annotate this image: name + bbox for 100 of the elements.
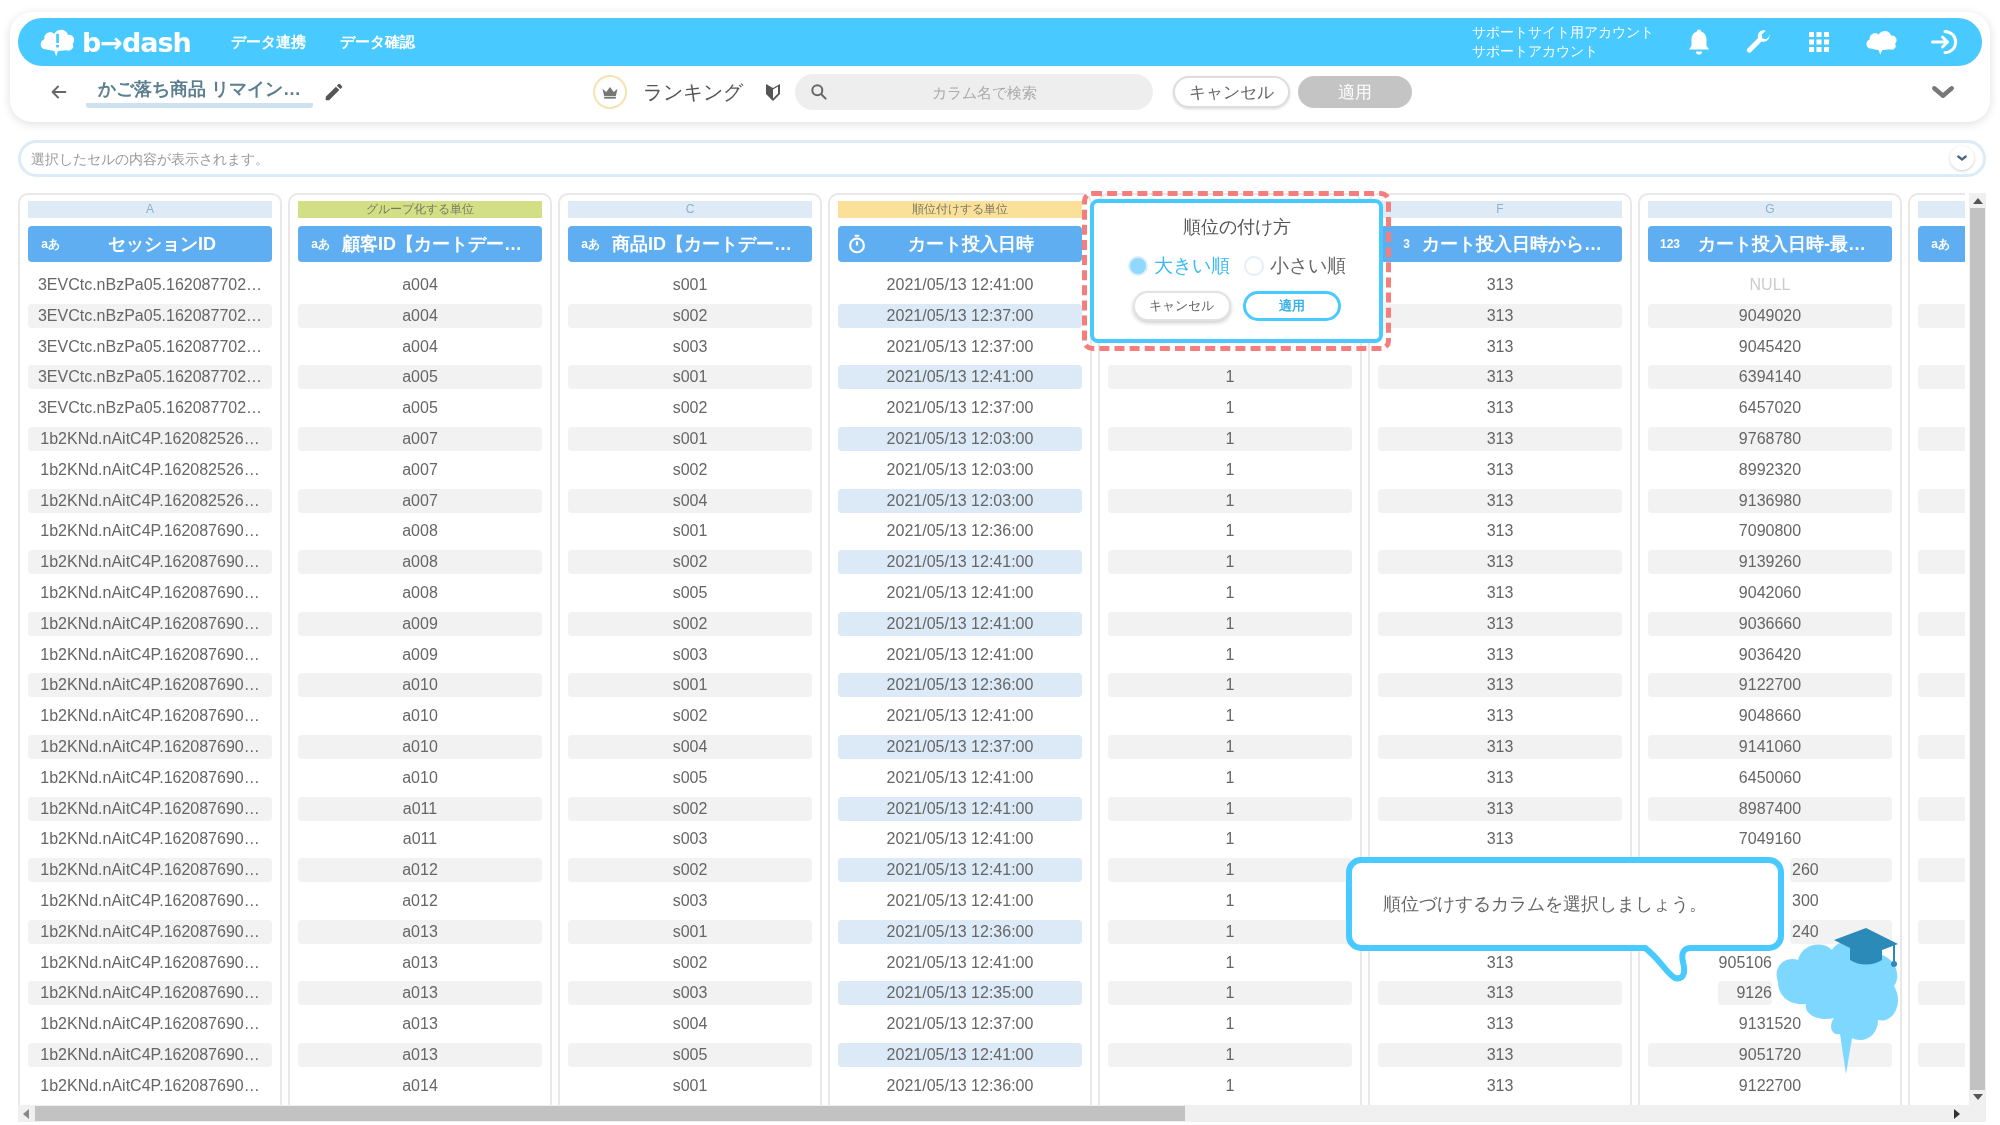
table-cell[interactable]: 1 <box>1108 704 1352 729</box>
table-cell[interactable]: s003 <box>568 827 812 852</box>
table-cell[interactable]: s002 <box>568 457 812 482</box>
cancel-button[interactable]: キャンセル <box>1132 291 1231 321</box>
table-cell[interactable]: 2021/05/13 12:37:00 <box>838 1012 1082 1037</box>
table-cell[interactable]: 313 <box>1378 642 1622 667</box>
table-cell[interactable]: 1 <box>1108 827 1352 852</box>
table-cell[interactable]: 3EVCtc.nBzPa05.162087702… <box>28 303 272 328</box>
table-cell[interactable]: 2021/05/13 12:41:00 <box>838 888 1082 913</box>
table-cell[interactable]: s003 <box>568 981 812 1006</box>
table-cell[interactable]: 2021/05/13 12:36:00 <box>838 519 1082 544</box>
table-cell[interactable]: a011 <box>298 796 542 821</box>
table-cell[interactable]: 2021/05/13 12:41:00 <box>838 1042 1082 1067</box>
table-cell[interactable]: a007 <box>298 488 542 513</box>
table-cell[interactable]: 313 <box>1378 550 1622 575</box>
table-cell[interactable]: 313 <box>1378 519 1622 544</box>
table-cell[interactable]: s001 <box>568 365 812 390</box>
cancel-button[interactable]: キャンセル <box>1173 76 1290 108</box>
table-cell[interactable]: a010 <box>298 734 542 759</box>
table-cell[interactable]: 260 <box>1790 858 1892 883</box>
table-cell[interactable]: 313 <box>1378 981 1622 1006</box>
table-cell[interactable]: a005 <box>298 365 542 390</box>
table-cell[interactable]: 2021/05/13 12:41:00 <box>838 765 1082 790</box>
table-cell[interactable]: 1 <box>1108 642 1352 667</box>
table-cell[interactable]: 9045420 <box>1648 334 1892 359</box>
table-cell[interactable]: 2021/05/13 12:03:00 <box>838 427 1082 451</box>
logout-icon[interactable] <box>1930 27 1960 57</box>
table-cell[interactable]: 313 <box>1378 580 1622 605</box>
table-cell[interactable]: 1 <box>1108 488 1352 513</box>
table-cell[interactable]: s002 <box>568 796 812 821</box>
table-cell[interactable]: 2021/05/13 12:35:00 <box>838 981 1082 1006</box>
table-cell[interactable]: a004 <box>298 303 542 328</box>
table-cell[interactable]: s001 <box>568 427 812 451</box>
table-cell[interactable]: s004 <box>568 734 812 759</box>
table-cell[interactable]: s002 <box>568 611 812 636</box>
table-cell[interactable]: 2021/05/13 12:41:00 <box>838 580 1082 605</box>
table-cell[interactable]: 2021/05/13 12:03:00 <box>838 457 1082 482</box>
table-cell[interactable]: 313 <box>1378 796 1622 821</box>
table-cell[interactable]: 1 <box>1108 765 1352 790</box>
table-cell[interactable]: s002 <box>568 550 812 575</box>
table-cell[interactable]: 2021/05/13 12:03:00 <box>838 488 1082 513</box>
table-cell[interactable]: 8992320 <box>1648 457 1892 482</box>
table-cell[interactable]: 2021/05/13 12:41:00 <box>838 365 1082 390</box>
table-cell[interactable]: s003 <box>568 642 812 667</box>
table-cell[interactable]: 1b2KNd.nAitC4P.162087690… <box>28 734 272 759</box>
table-cell[interactable]: 2021/05/13 12:37:00 <box>838 396 1082 421</box>
table-cell[interactable]: 313 <box>1378 457 1622 482</box>
table-cell[interactable]: a010 <box>298 765 542 790</box>
table-cell[interactable]: s005 <box>568 580 812 605</box>
table-cell[interactable]: 1 <box>1108 981 1352 1006</box>
table-cell[interactable]: 1 <box>1108 734 1352 759</box>
table-cell[interactable]: 8987400 <box>1648 796 1892 821</box>
table-cell[interactable]: 313 <box>1378 765 1622 790</box>
table-cell[interactable]: 1 <box>1108 858 1352 883</box>
table-cell[interactable]: a009 <box>298 642 542 667</box>
table-cell[interactable]: s001 <box>568 919 812 944</box>
table-cell[interactable]: s001 <box>568 673 812 698</box>
table-cell[interactable]: 9122700 <box>1648 673 1892 698</box>
table-cell[interactable]: 313 <box>1378 827 1622 852</box>
table-cell[interactable]: 1 <box>1108 1073 1352 1098</box>
table-cell[interactable]: a010 <box>298 673 542 698</box>
radio-button[interactable] <box>1127 256 1148 276</box>
table-cell[interactable]: 1 <box>1108 457 1352 482</box>
table-cell[interactable]: 3EVCtc.nBzPa05.162087702… <box>28 273 272 297</box>
table-cell[interactable]: 313 <box>1378 611 1622 636</box>
table-cell[interactable]: a008 <box>298 580 542 605</box>
table-cell[interactable]: 313 <box>1378 734 1622 759</box>
table-cell[interactable]: a011 <box>298 827 542 852</box>
table-cell[interactable]: a004 <box>298 273 542 297</box>
radio-option[interactable]: 小さい順 <box>1243 253 1346 279</box>
table-cell[interactable]: 1b2KNd.nAitC4P.162087690… <box>28 704 272 729</box>
table-cell[interactable]: 1 <box>1108 1012 1352 1037</box>
table-cell[interactable]: 9141060 <box>1648 734 1892 759</box>
table-cell[interactable]: 300 <box>1790 888 1892 913</box>
table-cell[interactable]: 1 <box>1108 950 1352 975</box>
table-cell[interactable]: 7090800 <box>1648 519 1892 544</box>
table-cell[interactable]: a004 <box>298 334 542 359</box>
table-cell[interactable]: s002 <box>568 858 812 883</box>
table-cell[interactable]: 313 <box>1378 1042 1622 1067</box>
table-cell[interactable]: 2021/05/13 12:41:00 <box>838 858 1082 883</box>
table-cell[interactable]: 6450060 <box>1648 765 1892 790</box>
table-cell[interactable]: 9139260 <box>1648 550 1892 575</box>
cell-content-field[interactable]: 選択したセルの内容が表示されます。 <box>18 140 1986 177</box>
table-cell[interactable]: 9048660 <box>1648 704 1892 729</box>
table-cell[interactable]: s002 <box>568 396 812 421</box>
table-cell[interactable]: 2021/05/13 12:41:00 <box>838 704 1082 729</box>
table-cell[interactable]: 2021/05/13 12:41:00 <box>838 796 1082 821</box>
table-cell[interactable]: 1b2KNd.nAitC4P.162087690… <box>28 1012 272 1037</box>
table-cell[interactable]: 3EVCtc.nBzPa05.162087702… <box>28 365 272 390</box>
table-cell[interactable]: 313 <box>1378 1012 1622 1037</box>
table-cell[interactable]: 1b2KNd.nAitC4P.162087690… <box>28 858 272 883</box>
table-cell[interactable]: a008 <box>298 519 542 544</box>
table-cell[interactable]: 2021/05/13 12:36:00 <box>838 919 1082 944</box>
table-cell[interactable]: a013 <box>298 1042 542 1067</box>
table-cell[interactable]: 9768780 <box>1648 427 1892 451</box>
table-cell[interactable]: 1b2KNd.nAitC4P.162087690… <box>28 519 272 544</box>
table-cell[interactable]: 7049160 <box>1648 827 1892 852</box>
table-cell[interactable]: 9036420 <box>1648 642 1892 667</box>
table-cell[interactable]: 2021/05/13 12:41:00 <box>838 273 1082 297</box>
table-cell[interactable]: 2021/05/13 12:41:00 <box>838 550 1082 575</box>
